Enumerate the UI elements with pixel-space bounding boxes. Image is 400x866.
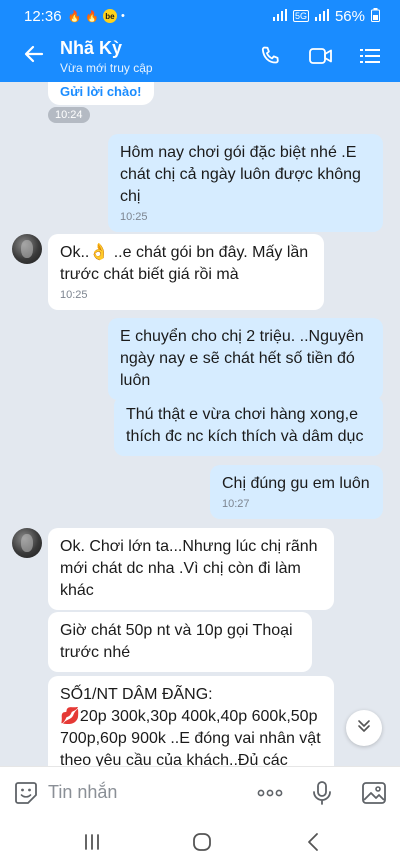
timestamp: 10:24: [48, 107, 90, 123]
signal-icon: [272, 8, 287, 24]
chevron-double-down-icon: [356, 718, 372, 739]
status-time: 12:36: [24, 7, 62, 25]
dot-icon: •: [120, 10, 125, 22]
signal-icon: [314, 8, 329, 24]
message-text: Ok. Chơi lớn ta...Nhưng lúc chị rãnh mới…: [60, 538, 318, 599]
message-text: 20p 300k,30p 400k,40p 600k,50p 700p,60p …: [60, 708, 321, 766]
menu-list-icon[interactable]: [358, 44, 384, 68]
message-time: 10:25: [60, 289, 88, 301]
flame-icon: 🔥: [67, 10, 82, 23]
avatar[interactable]: [12, 528, 42, 558]
system-nav-bar: [0, 818, 400, 866]
greeting-button[interactable]: Gửi lời chào!: [48, 82, 154, 105]
back-icon[interactable]: [302, 830, 326, 854]
phone-call-icon[interactable]: [258, 44, 284, 68]
status-bar: 12:36 🔥 🔥 be • 5G 56%: [24, 6, 380, 26]
more-options-icon[interactable]: [256, 779, 284, 807]
message-text: Chị đúng gu em luôn: [222, 475, 370, 492]
network-type: 5G: [292, 10, 309, 22]
message-text: Hôm nay chơi gói đặc biệt nhé .E chát ch…: [120, 144, 361, 205]
message-text: Ok..👌 ..e chát gói bn đây. Mấy lần trước…: [60, 244, 309, 283]
chat-header: 12:36 🔥 🔥 be • 5G 56% Nhã Kỳ Vừa mới tru…: [0, 0, 400, 82]
lips-emoji-icon: 💋: [60, 708, 80, 725]
message-input-bar: Tin nhắn: [0, 766, 400, 818]
chat-area[interactable]: Gửi lời chào! 10:24 Hôm nay chơi gói đặc…: [0, 82, 400, 766]
message-bubble-outgoing[interactable]: Chị đúng gu em luôn 10:27: [210, 465, 383, 519]
avatar[interactable]: [12, 234, 42, 264]
video-call-icon[interactable]: [308, 44, 334, 68]
microphone-icon[interactable]: [308, 779, 336, 807]
message-text: Giờ chát 50p nt và 10p gọi Thoại trước n…: [60, 622, 293, 661]
scroll-down-button[interactable]: [346, 710, 382, 746]
back-arrow-icon[interactable]: [22, 42, 46, 66]
message-bubble-incoming[interactable]: Giờ chát 50p nt và 10p gọi Thoại trước n…: [48, 612, 312, 672]
message-bubble-incoming[interactable]: SỐ1/NT DÂM ĐÃNG: 💋20p 300k,30p 400k,40p 6…: [48, 676, 334, 766]
message-bubble-incoming[interactable]: Ok. Chơi lớn ta...Nhưng lúc chị rãnh mới…: [48, 528, 334, 610]
message-bubble-outgoing[interactable]: Thú thật e vừa chơi hàng xong,e thích đc…: [114, 396, 383, 456]
message-heading: SỐ1/NT DÂM ĐÃNG:: [60, 686, 213, 703]
message-bubble-outgoing[interactable]: Hôm nay chơi gói đặc biệt nhé .E chát ch…: [108, 134, 383, 232]
contact-status: Vừa mới truy cập: [60, 61, 153, 75]
contact-name[interactable]: Nhã Kỳ: [60, 38, 122, 59]
message-text: E chuyển cho chị 2 triệu. ..Nguyên ngày …: [120, 328, 364, 389]
flame-icon: 🔥: [85, 10, 99, 23]
message-time: 10:25: [120, 211, 148, 223]
message-bubble-outgoing[interactable]: E chuyển cho chị 2 triệu. ..Nguyên ngày …: [108, 318, 383, 400]
app-badge-icon: be: [102, 9, 117, 23]
battery-icon: [371, 7, 380, 25]
image-gallery-icon[interactable]: [360, 779, 388, 807]
message-bubble-incoming[interactable]: Ok..👌 ..e chát gói bn đây. Mấy lần trước…: [48, 234, 324, 310]
message-input[interactable]: Tin nhắn: [48, 782, 117, 803]
message-text: Thú thật e vừa chơi hàng xong,e thích đc…: [126, 406, 364, 445]
notification-icons: 🔥 🔥 be •: [68, 9, 125, 23]
home-icon[interactable]: [190, 830, 214, 854]
recent-apps-icon[interactable]: [80, 830, 104, 854]
emoji-sticker-icon[interactable]: [12, 779, 40, 807]
battery-level: 56%: [334, 7, 365, 25]
message-time: 10:27: [222, 498, 250, 510]
